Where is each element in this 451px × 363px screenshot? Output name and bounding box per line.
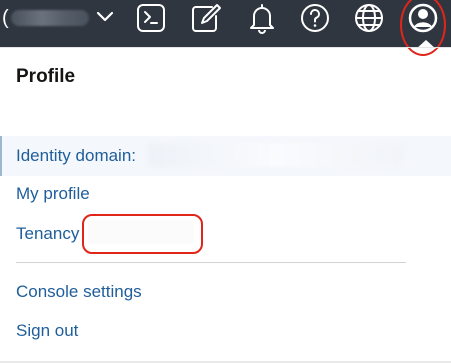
help-icon[interactable] [298,1,332,35]
region-selector[interactable]: ( [0,6,115,30]
menu-item-my-profile[interactable]: My profile [16,184,90,204]
globe-icon[interactable] [352,1,386,35]
edit-icon[interactable] [188,1,222,35]
bell-icon[interactable] [245,1,279,35]
menu-item-console-settings[interactable]: Console settings [16,282,142,302]
region-prefix: ( [2,7,9,29]
menu-divider [16,262,406,263]
region-name-redacted [10,10,89,26]
identity-domain-row-indicator [0,136,2,176]
chevron-down-icon [95,7,115,30]
tenancy-value-highlight [82,214,203,254]
menu-item-identity-domain[interactable]: Identity domain: [16,146,136,166]
menu-top-edge [0,47,451,48]
top-navigation-bar: ( [0,0,451,47]
profile-menu-title: Profile [16,66,76,87]
identity-domain-value-redacted [148,143,403,167]
menu-item-sign-out[interactable]: Sign out [16,321,78,341]
terminal-icon[interactable] [134,1,168,35]
menu-item-tenancy[interactable]: Tenancy [16,224,79,244]
